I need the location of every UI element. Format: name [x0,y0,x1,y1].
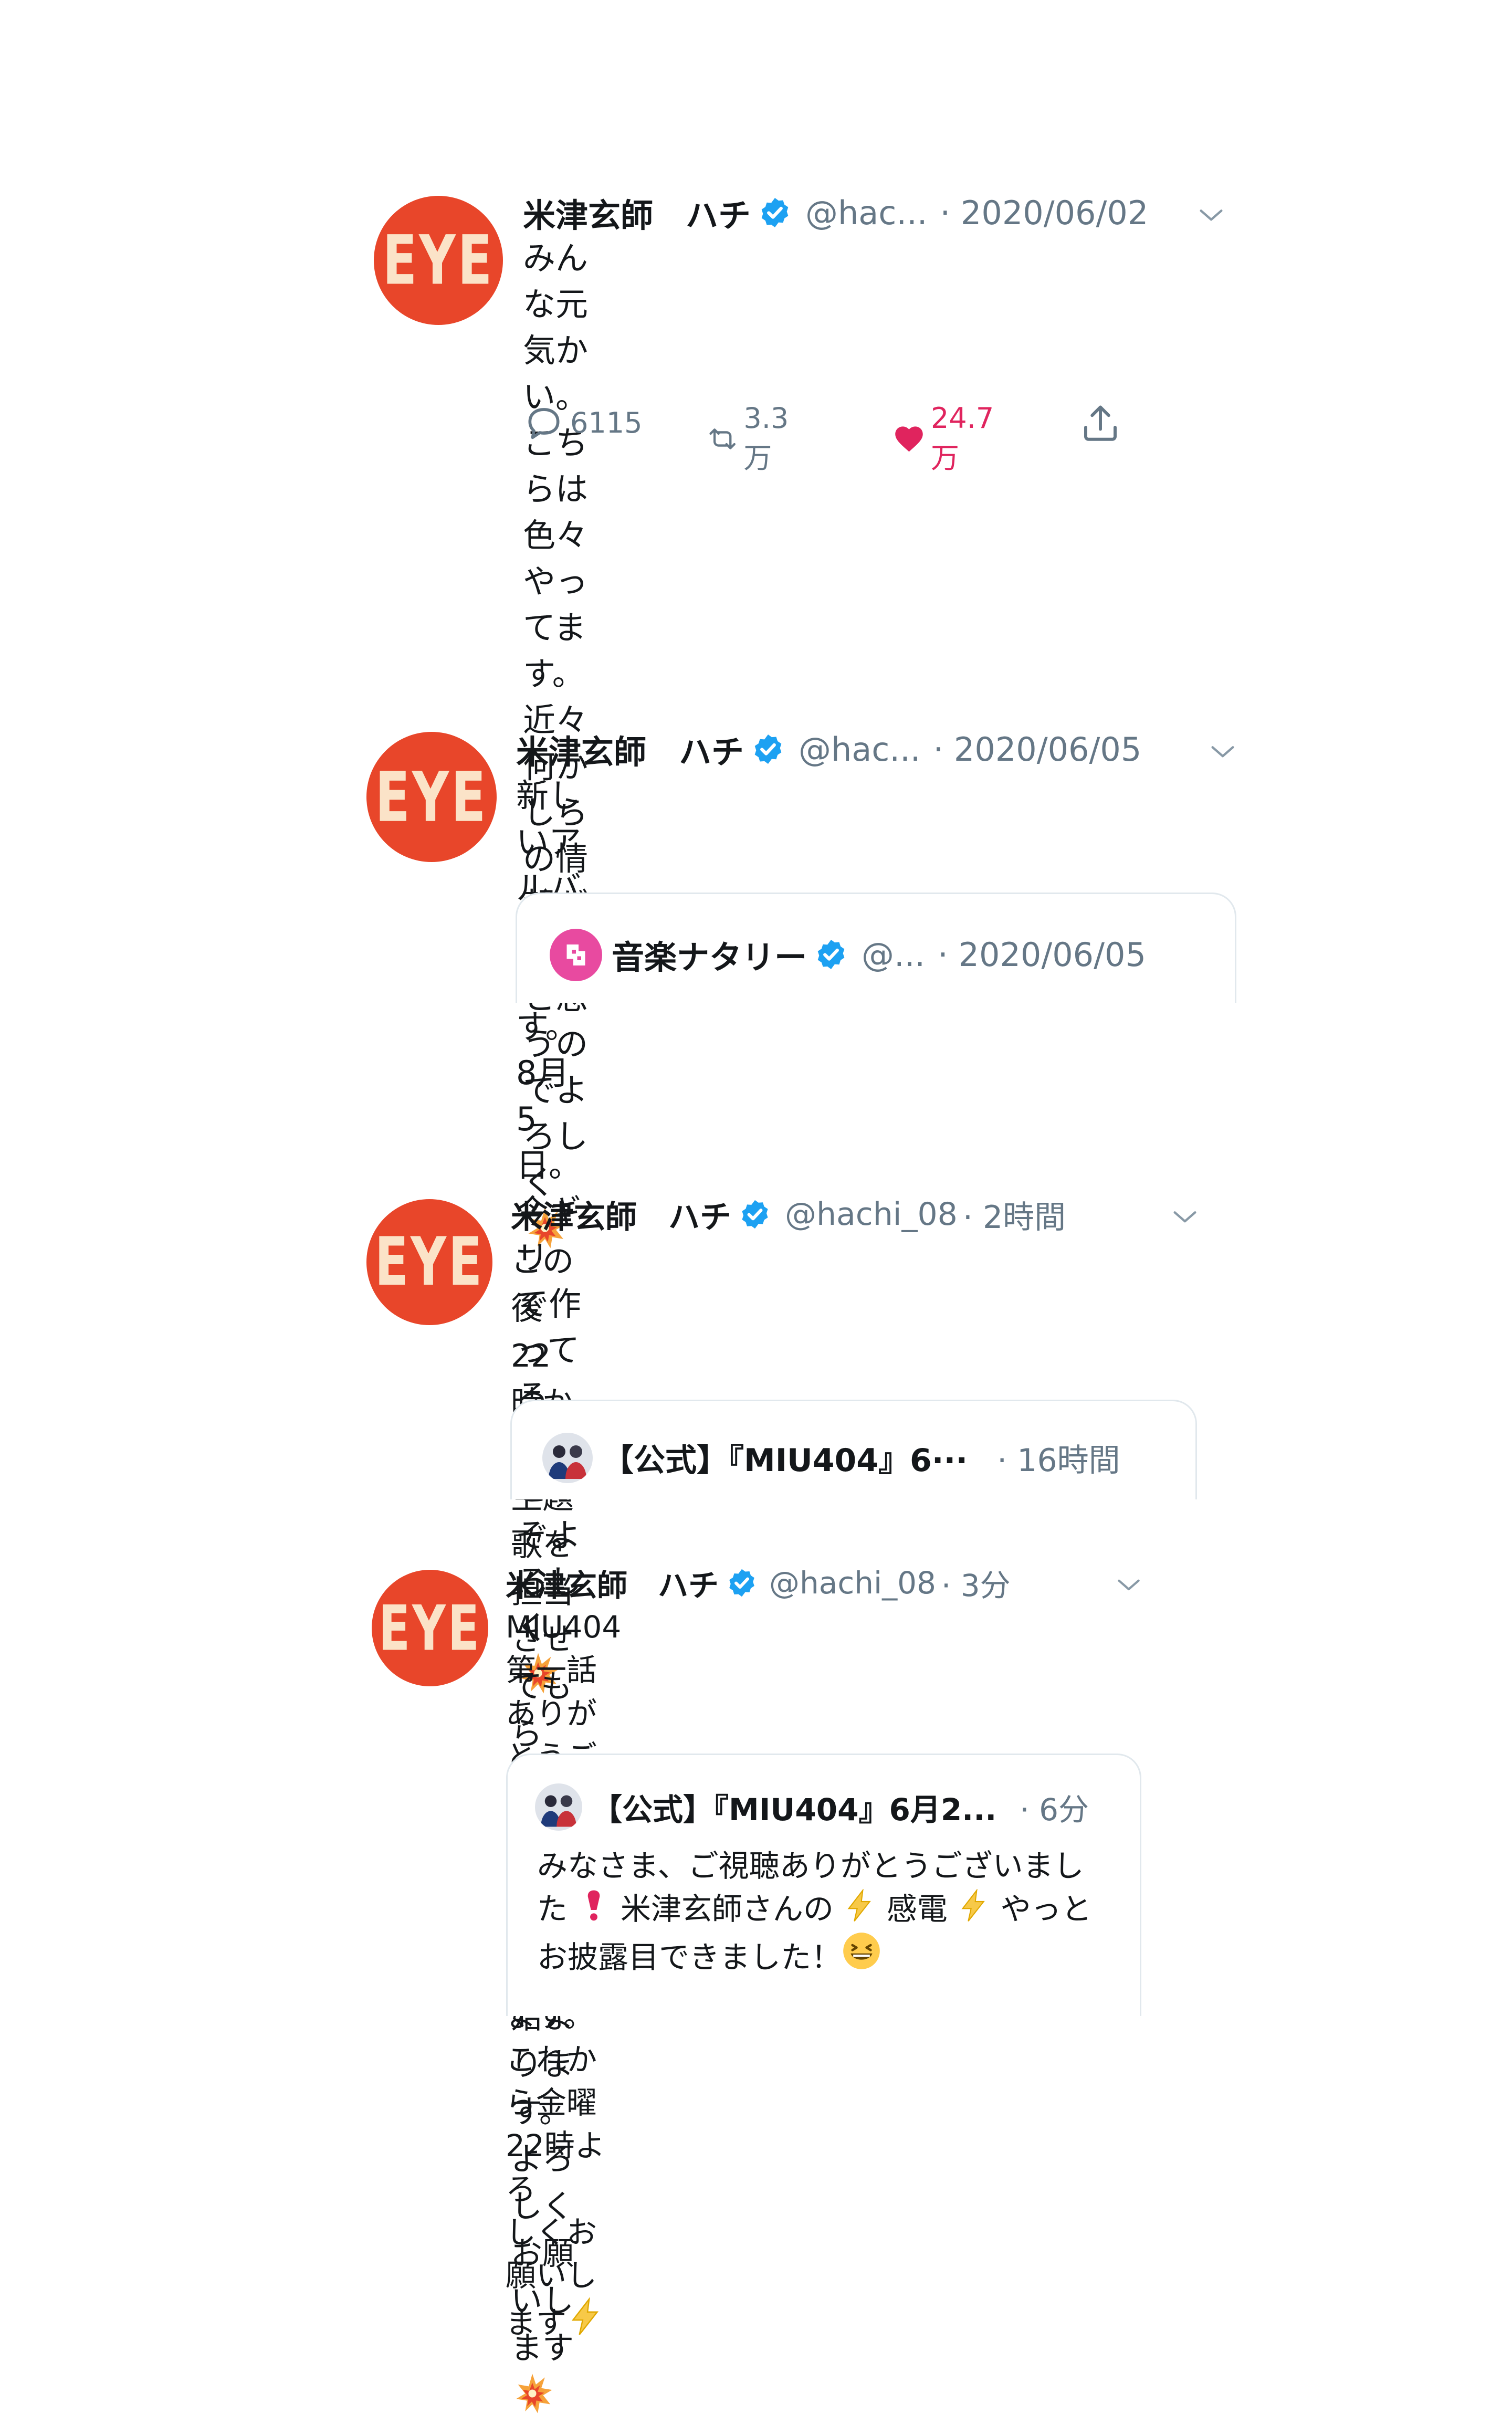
author-name[interactable]: 米津玄師 ハチ [523,189,751,236]
quoted-author-name[interactable]: 【公式】『MIU404』6··· [602,1435,968,1481]
quoted-author-name[interactable]: 【公式】『MIU404』6月2... [592,1785,996,1829]
share-icon [1084,405,1117,441]
lightning-icon [566,2297,605,2336]
like-count: 24.7万 [931,402,994,475]
quoted-avatar[interactable] [535,1783,582,1831]
avatar[interactable]: EYE [366,1199,492,1325]
author-handle[interactable]: @hachi_08 [785,1196,958,1233]
verified-badge-icon [726,1567,758,1599]
avatar[interactable]: EYE [374,196,503,325]
like-button[interactable]: 24.7万 [892,402,1003,476]
timestamp[interactable]: · 2020/06/02 [940,194,1149,232]
quoted-tweet[interactable]: 【公式】『MIU404』6月2... · 6分 みなさま、ご視聴ありがとうござい… [506,1754,1141,2016]
author-name[interactable]: 米津玄師 ハチ [516,726,744,773]
reply-icon [528,408,560,439]
quoted-author-name[interactable]: 音楽ナタリー [612,931,807,978]
avatar[interactable]: EYE [366,732,497,862]
timestamp[interactable]: · 3分 [941,1561,1011,1605]
chevron-down-icon[interactable] [1208,737,1238,768]
quoted-timestamp[interactable]: · 16時間 [997,1435,1120,1481]
exclamation-icon [577,1889,611,1923]
author-handle[interactable]: @hac... [805,194,928,232]
reply-count: 6115 [570,406,643,439]
collision-icon [511,2372,554,2415]
share-button[interactable] [1078,402,1128,446]
author-name[interactable]: 米津玄師 ハチ [511,1192,731,1237]
author-handle[interactable]: @hachi_08 [769,1565,936,1601]
heart-icon [895,426,923,452]
natalie-logo-icon [566,944,585,965]
retweet-icon [709,428,736,449]
author-name[interactable]: 米津玄師 ハチ [506,1561,719,1605]
avatar[interactable]: EYE [372,1570,488,1686]
lightning-icon [957,1889,991,1923]
lightning-icon [843,1889,877,1923]
quoted-timestamp[interactable]: · 2020/06/05 [938,936,1146,974]
quoted-timestamp[interactable]: · 6分 [1020,1785,1089,1829]
chevron-down-icon[interactable] [1170,1202,1200,1233]
timestamp[interactable]: · 2時間 [963,1192,1066,1237]
retweet-count: 3.3万 [743,402,789,475]
chevron-down-icon[interactable] [1196,201,1226,231]
miu404-avatar-icon [541,1795,576,1827]
quoted-tweet[interactable]: 音楽ナタリー @... · 2020/06/05 [516,893,1236,1003]
chevron-down-icon[interactable] [1114,1571,1143,1600]
quoted-tweet-text: みなさま、ご視聴ありがとうございまし た 米津玄師さんの 感電 やっと お披露目… [537,1848,1092,1975]
timestamp[interactable]: · 2020/06/05 [933,730,1142,769]
verified-badge-icon [758,196,792,229]
miu404-avatar-icon [549,1445,586,1479]
grinning-face-icon [842,1931,881,1971]
quoted-author-handle[interactable]: @... [862,936,925,974]
quoted-tweet[interactable]: 【公式】『MIU404』6··· · 16時間 [510,1400,1197,1499]
verified-badge-icon [739,1198,771,1231]
verified-badge-icon [814,938,848,971]
quoted-avatar[interactable] [542,1433,593,1483]
verified-badge-icon [751,732,785,766]
quoted-avatar[interactable] [550,929,602,981]
author-handle[interactable]: @hac... [799,730,921,769]
reply-button[interactable]: 6115 [523,402,642,444]
retweet-button[interactable]: 3.3万 [707,402,799,476]
